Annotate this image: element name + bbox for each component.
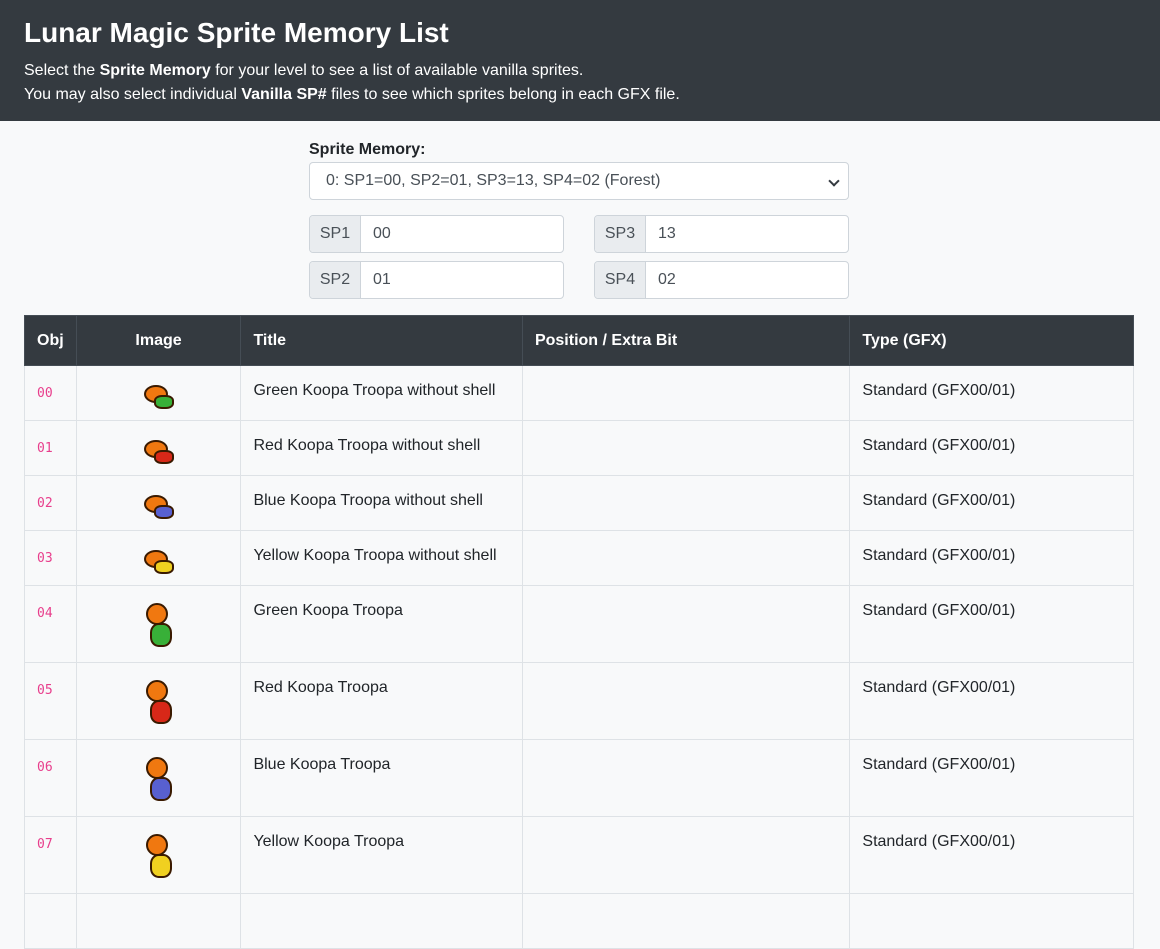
type-gfx: Standard (GFX00/01) [849, 816, 1134, 894]
obj-code: 04 [24, 585, 77, 663]
intro-line-2: You may also select individual Vanilla S… [24, 86, 680, 103]
koopa-sprite-icon [142, 379, 176, 411]
table-row: 07 Yellow Koopa Troopa Standard (GFX00/01) [24, 816, 1134, 894]
obj-code: 06 [24, 739, 77, 817]
position-extra-bit [521, 475, 851, 531]
type-gfx: Standard (GFX00/01) [849, 420, 1134, 476]
obj-code [24, 893, 77, 949]
chevron-down-icon [828, 175, 840, 187]
obj-code: 05 [24, 662, 77, 740]
sp2-group: SP2 01 [309, 261, 564, 299]
sprite-table: Obj Image Title Position / Extra Bit Typ… [24, 315, 1134, 949]
sprite-image-cell [75, 475, 242, 531]
sp3-input[interactable]: 13 [646, 216, 848, 252]
sprite-image-cell [75, 530, 242, 586]
obj-code: 00 [24, 365, 77, 421]
sp4-label: SP4 [595, 262, 646, 298]
page-header: Lunar Magic Sprite Memory List Select th… [0, 0, 1160, 121]
sp2-input[interactable]: 01 [361, 262, 563, 298]
sprite-memory-label: Sprite Memory: [309, 141, 426, 158]
table-row: 05 Red Koopa Troopa Standard (GFX00/01) [24, 662, 1134, 740]
position-extra-bit [521, 530, 851, 586]
type-gfx: Standard (GFX00/01) [849, 365, 1134, 421]
sprite-title: Yellow Koopa Troopa [240, 816, 523, 894]
type-gfx: Standard (GFX00/01) [849, 475, 1134, 531]
table-row: 02 Blue Koopa Troopa without shell Standar… [24, 475, 1134, 531]
sprite-image-cell [75, 585, 242, 663]
sp3-group: SP3 13 [594, 215, 849, 253]
sprite-image-cell [75, 662, 242, 740]
position-extra-bit [521, 662, 851, 740]
sprite-title [240, 893, 523, 949]
sprite-title: Green Koopa Troopa [240, 585, 523, 663]
position-extra-bit [521, 365, 851, 421]
position-extra-bit [521, 893, 851, 949]
type-gfx: Standard (GFX00/01) [849, 739, 1134, 817]
sp4-group: SP4 02 [594, 261, 849, 299]
sp1-label: SP1 [310, 216, 361, 252]
type-gfx: Standard (GFX00/01) [849, 662, 1134, 740]
sprite-title: Blue Koopa Troopa without shell [240, 475, 523, 531]
koopa-sprite-icon [142, 434, 176, 466]
sp3-label: SP3 [595, 216, 646, 252]
table-row: 06 Blue Koopa Troopa Standard (GFX00/01) [24, 739, 1134, 817]
koopa-sprite-icon [142, 755, 176, 803]
sp1-group: SP1 00 [309, 215, 564, 253]
sprite-title: Red Koopa Troopa without shell [240, 420, 523, 476]
position-extra-bit [521, 816, 851, 894]
table-row: 01 Red Koopa Troopa without shell Standard… [24, 420, 1134, 476]
sprite-memory-control: Sprite Memory: 0: SP1=00, SP2=01, SP3=13… [309, 140, 849, 200]
position-extra-bit [521, 739, 851, 817]
sprite-image-cell [75, 420, 242, 476]
type-gfx: Standard (GFX00/01) [849, 530, 1134, 586]
obj-code: 01 [24, 420, 77, 476]
type-gfx: Standard (GFX00/01) [849, 585, 1134, 663]
table-row: 00 Green Koopa Troopa without shell Standa… [24, 365, 1134, 421]
sprite-title: Blue Koopa Troopa [240, 739, 523, 817]
sp1-input[interactable]: 00 [361, 216, 563, 252]
table-row: 03 Yellow Koopa Troopa without shell Stand… [24, 530, 1134, 586]
header-title[interactable]: Title [240, 315, 523, 366]
table-row [24, 893, 1134, 949]
koopa-sprite-icon [142, 489, 176, 521]
position-extra-bit [521, 420, 851, 476]
sprite-image-cell [75, 893, 242, 949]
header-type[interactable]: Type (GFX) [849, 315, 1134, 366]
header-image[interactable]: Image [75, 315, 242, 366]
koopa-sprite-icon [142, 678, 176, 726]
sp4-input[interactable]: 02 [646, 262, 848, 298]
page-title: Lunar Magic Sprite Memory List [24, 17, 449, 48]
header-obj[interactable]: Obj [24, 315, 77, 366]
koopa-sprite-icon [142, 832, 176, 880]
table-row: 04 Green Koopa Troopa Standard (GFX00/01) [24, 585, 1134, 663]
obj-code: 07 [24, 816, 77, 894]
sprite-image-cell [75, 365, 242, 421]
type-gfx [849, 893, 1134, 949]
sprite-title: Red Koopa Troopa [240, 662, 523, 740]
sp2-label: SP2 [310, 262, 361, 298]
sprite-title: Green Koopa Troopa without shell [240, 365, 523, 421]
obj-code: 03 [24, 530, 77, 586]
position-extra-bit [521, 585, 851, 663]
sprite-title: Yellow Koopa Troopa without shell [240, 530, 523, 586]
sprite-image-cell [75, 739, 242, 817]
table-header-row: Obj Image Title Position / Extra Bit Typ… [24, 315, 1134, 366]
sprite-memory-selected: 0: SP1=00, SP2=01, SP3=13, SP4=02 (Fores… [326, 172, 661, 189]
header-position[interactable]: Position / Extra Bit [521, 315, 851, 366]
sprite-memory-select[interactable]: 0: SP1=00, SP2=01, SP3=13, SP4=02 (Fores… [309, 162, 849, 200]
koopa-sprite-icon [142, 601, 176, 649]
sprite-image-cell [75, 816, 242, 894]
obj-code: 02 [24, 475, 77, 531]
koopa-sprite-icon [142, 544, 176, 576]
intro-line-1: Select the Sprite Memory for your level … [24, 62, 584, 79]
